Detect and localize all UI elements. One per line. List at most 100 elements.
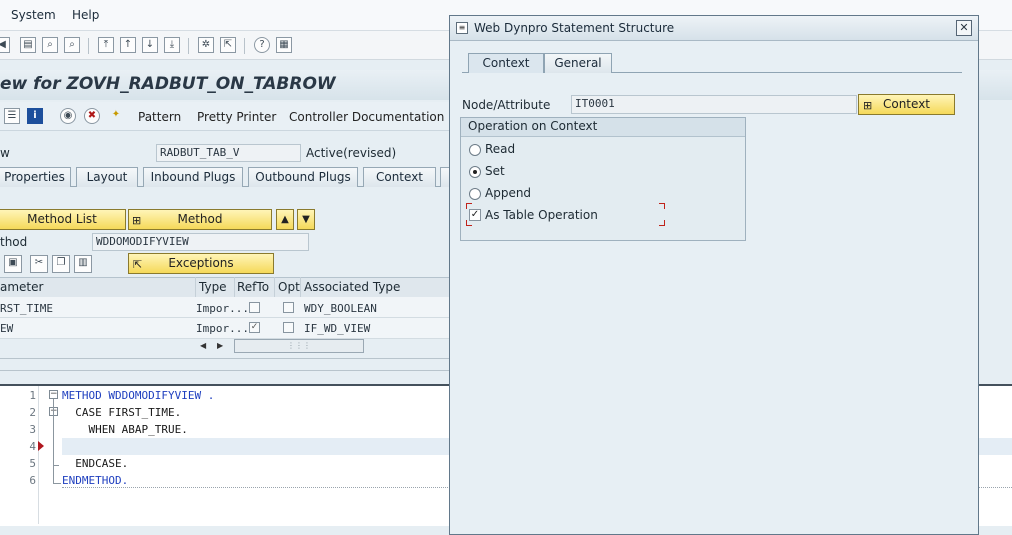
horizontal-scrollbar[interactable]: ⋮⋮⋮ [234,339,364,353]
fold-line [53,399,54,483]
operation-group-title: Operation on Context [468,119,598,133]
page-title: ew for ZOVH_RADBUT_ON_TABROW [0,74,336,94]
refto-checkbox[interactable]: ✓ [249,322,260,333]
arrow-up-icon[interactable]: ▲ [276,209,294,230]
method-name-field: WDDOMODIFYVIEW [92,233,309,251]
hierarchy-icon: ⊞ [132,214,142,227]
col-parameter[interactable]: ameter [0,280,43,294]
code-line-5: ENDCASE. [62,457,129,470]
breakpoint-icon[interactable]: ◉ [60,108,76,124]
view-label: w [0,146,10,160]
pretty-printer-button[interactable]: Pretty Printer [197,110,276,124]
radio-append[interactable] [469,188,481,200]
first-page-icon[interactable]: ⤒ [98,37,114,53]
radio-set-label: Set [485,164,505,178]
toolbar-separator [88,38,89,54]
pattern-button[interactable]: Pattern [138,110,181,124]
divider [0,370,450,371]
help-icon[interactable]: ? [254,37,270,53]
code-line-6: ENDMETHOD. [62,474,129,487]
table-operation-label: As Table Operation [485,208,598,222]
param-type: Impor... [196,302,249,315]
scroll-right-icon[interactable]: ▶ [217,340,226,352]
layout-menu-icon[interactable]: ▦ [276,37,292,53]
associated-type: WDY_BOOLEAN [304,302,377,315]
focus-corner [659,220,665,226]
menu-help[interactable]: Help [72,8,99,22]
view-status: Active(revised) [306,146,397,160]
node-attribute-field[interactable]: IT0001 [571,95,857,114]
opt-checkbox[interactable] [283,322,294,333]
radio-set[interactable] [469,166,481,178]
line-number: 3 [29,423,36,436]
fold-line-end [53,483,61,484]
param-name: EW [0,322,14,335]
context-button[interactable]: ⊞ Context [858,94,955,115]
copy-icon[interactable]: ❐ [52,255,70,273]
wizard-icon[interactable]: ✦ [108,108,124,124]
cut-icon[interactable]: ✂ [30,255,48,273]
exit-icon[interactable]: ◀ [0,37,10,53]
collapse-method-icon[interactable]: − [49,390,58,399]
find-next-icon[interactable]: ⌕ [64,37,80,53]
line-number: 2 [29,406,36,419]
controller-documentation-button[interactable]: Controller Documentation [289,110,444,124]
param-name: RST_TIME [0,302,53,315]
shortcut-icon[interactable]: ⇱ [220,37,236,53]
tab-inbound-plugs[interactable]: Inbound Plugs [143,167,243,187]
previous-page-icon[interactable]: ↑ [120,37,136,53]
context-button-label: Context [882,97,930,111]
arrow-down-icon[interactable]: ▼ [297,209,315,230]
focus-corner [659,203,665,209]
local-types-icon[interactable]: ▣ [4,255,22,273]
refto-checkbox[interactable] [249,302,260,313]
info-icon[interactable]: i [27,108,43,124]
menu-system[interactable]: System [11,8,56,22]
toolbar-separator [188,38,189,54]
dialog-title: Web Dynpro Statement Structure [474,21,675,35]
node-attribute-label: Node/Attribute [462,98,551,112]
toolbar-separator [244,38,245,54]
code-line-1: METHOD WDDOMODIFYVIEW . [62,389,215,402]
radio-read[interactable] [469,144,481,156]
method-button-label: Method [177,212,223,226]
exceptions-button-label: Exceptions [168,256,234,270]
code-line-2: CASE FIRST_TIME. [62,406,182,419]
close-icon[interactable]: ✕ [956,20,972,36]
scroll-left-icon[interactable]: ◀ [200,340,209,352]
line-number: 4 [29,440,36,453]
col-refto[interactable]: RefTo [237,280,269,294]
tab-context-dialog[interactable]: Context [468,53,544,73]
param-type: Impor... [196,322,249,335]
last-page-icon[interactable]: ⤓ [164,37,180,53]
method-label: thod [0,235,28,249]
find-icon[interactable]: ⌕ [42,37,58,53]
radio-read-label: Read [485,142,516,156]
tab-layout[interactable]: Layout [76,167,138,187]
line-number: 6 [29,474,36,487]
operation-group: Operation on Context Read Set Append ✓ A… [460,117,746,241]
fold-line-end [53,465,59,466]
statement-structure-dialog: ≡ Web Dynpro Statement Structure ✕ Conte… [449,15,979,535]
table-operation-checkbox[interactable]: ✓ [469,209,481,221]
dialog-window-icon: ≡ [456,22,468,34]
next-page-icon[interactable]: ↓ [142,37,158,53]
tab-outbound-plugs[interactable]: Outbound Plugs [248,167,358,187]
paste-icon[interactable]: ▥ [74,255,92,273]
col-associated-type[interactable]: Associated Type [304,280,400,294]
radio-append-label: Append [485,186,532,200]
col-opt[interactable]: Opt [278,280,300,294]
tab-properties[interactable]: Properties [0,167,71,187]
tab-general[interactable]: General [544,53,612,73]
tab-context[interactable]: Context [363,167,436,187]
new-session-icon[interactable]: ✲ [198,37,214,53]
display-object-list-icon[interactable]: ☰ [4,108,20,124]
exceptions-button[interactable]: ⇱ Exceptions [128,253,274,274]
col-type[interactable]: Type [199,280,227,294]
method-list-button[interactable]: Method List [0,209,126,230]
print-icon[interactable]: ▤ [20,37,36,53]
delete-breakpoint-icon[interactable]: ✖ [84,108,100,124]
opt-checkbox[interactable] [283,302,294,313]
method-button[interactable]: ⊞ Method [128,209,272,230]
associated-type: IF_WD_VIEW [304,322,371,335]
